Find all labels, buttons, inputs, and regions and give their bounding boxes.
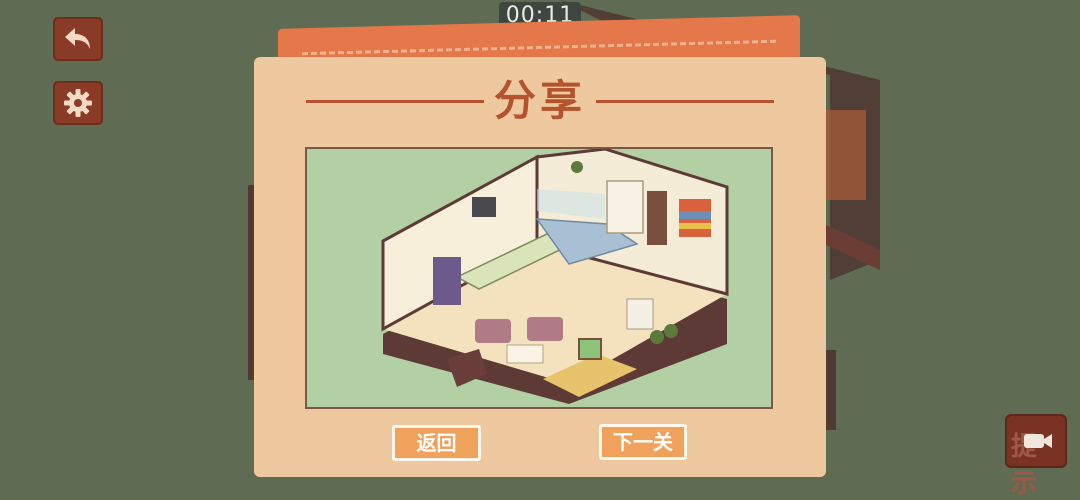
gear-icon: [64, 89, 92, 117]
video-camera-icon: [1024, 434, 1052, 448]
undo-arrow-icon: [65, 28, 90, 49]
title-divider-right: [596, 99, 775, 103]
settings-button[interactable]: [53, 81, 103, 125]
hint-button[interactable]: 提示: [1005, 414, 1067, 499]
dialog-title: 分享: [494, 76, 587, 125]
room-preview-image: [305, 147, 773, 409]
isometric-room-illustration: [381, 149, 729, 404]
dialog-header: 分享: [306, 76, 775, 125]
next-level-button[interactable]: 下一关: [599, 424, 687, 460]
back-button[interactable]: 返回: [392, 425, 481, 461]
undo-button[interactable]: [53, 17, 103, 61]
title-divider-left: [306, 99, 484, 103]
share-dialog: 分享 返回 下一关: [254, 57, 826, 477]
